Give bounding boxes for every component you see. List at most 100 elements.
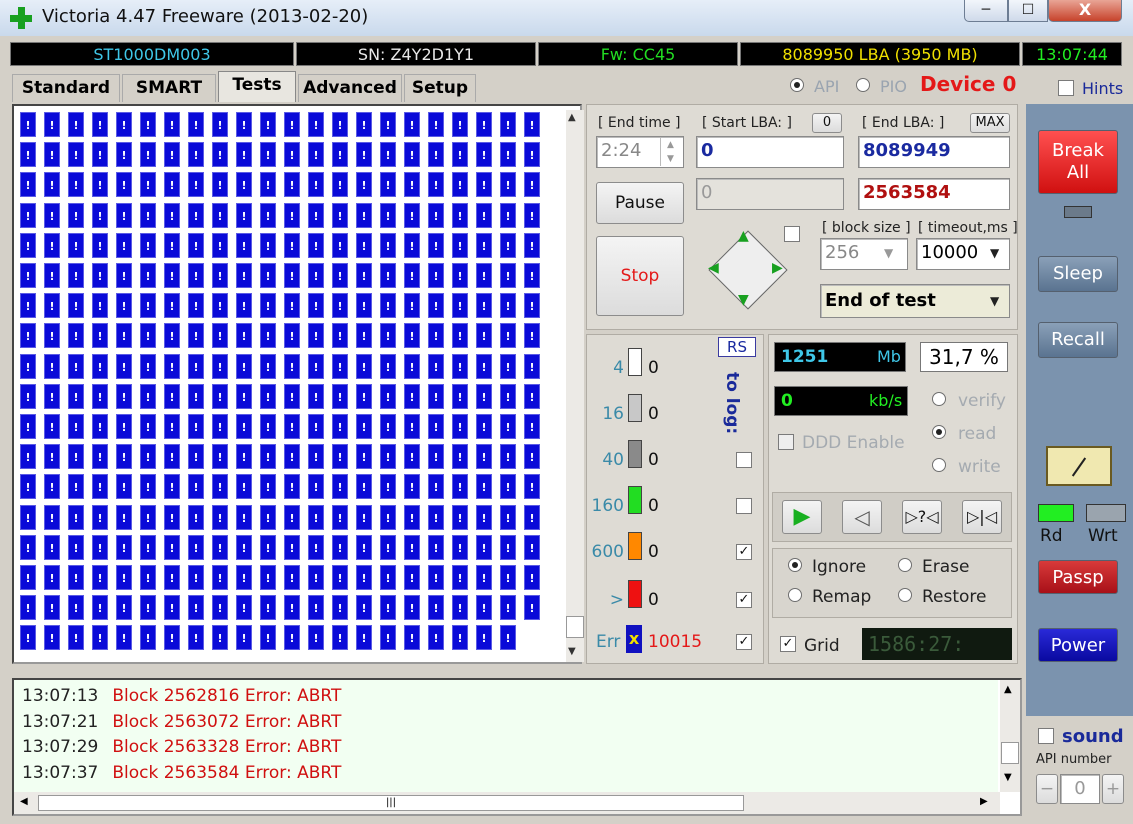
- log-scroll-up-icon[interactable]: ▲: [1004, 684, 1012, 695]
- block-cell: !: [140, 505, 156, 530]
- block-cell: !: [500, 384, 516, 409]
- err-count: 10015: [648, 632, 703, 652]
- arrow-up-icon[interactable]: ▲: [738, 228, 749, 244]
- recall-button[interactable]: Recall: [1038, 322, 1118, 358]
- power-button[interactable]: Power: [1038, 628, 1118, 662]
- stop-button[interactable]: Stop: [596, 236, 684, 316]
- block-cell: !: [44, 414, 60, 439]
- direction-pad: ▲ ◀ ▶ ▼: [702, 224, 794, 316]
- log-vscroll-thumb[interactable]: [1001, 742, 1019, 764]
- ddd-checkbox[interactable]: [778, 434, 794, 450]
- block-cell: !: [212, 172, 228, 197]
- start-lba-input[interactable]: 0: [696, 136, 844, 168]
- erase-radio[interactable]: [898, 558, 912, 572]
- scroll-down-icon[interactable]: ▼: [568, 646, 576, 657]
- sound-checkbox[interactable]: [1038, 728, 1054, 744]
- arrow-down-icon[interactable]: ▼: [738, 292, 749, 308]
- log-scroll-left-icon[interactable]: ◀: [20, 796, 28, 807]
- rs-button[interactable]: RS: [718, 337, 756, 357]
- percent-display: 31,7 %: [920, 342, 1008, 372]
- stat-log-checkbox[interactable]: [736, 452, 752, 468]
- break-all-button[interactable]: Break All: [1038, 130, 1118, 194]
- stat-log-checkbox[interactable]: ✓: [736, 544, 752, 560]
- tab-setup[interactable]: Setup: [404, 74, 476, 102]
- log-hscroll-thumb[interactable]: |||: [38, 795, 744, 811]
- write-radio[interactable]: [932, 458, 946, 472]
- block-cell: !: [500, 595, 516, 620]
- verify-radio[interactable]: [932, 392, 946, 406]
- start-lba-reset-button[interactable]: 0: [812, 113, 842, 133]
- log-scroll-right-icon[interactable]: ▶: [980, 796, 988, 807]
- block-cell: !: [68, 625, 84, 650]
- block-cell: !: [524, 323, 540, 348]
- read-radio[interactable]: [932, 425, 946, 439]
- block-cell: !: [356, 142, 372, 167]
- block-cell: !: [164, 112, 180, 137]
- tab-standard[interactable]: Standard: [12, 74, 120, 102]
- direction-checkbox[interactable]: [784, 226, 800, 242]
- arrow-right-icon[interactable]: ▶: [772, 260, 783, 276]
- api-radio[interactable]: [790, 78, 804, 92]
- stat-threshold-label: >: [609, 590, 624, 610]
- tab-smart[interactable]: SMART: [122, 74, 216, 102]
- arrow-left-icon[interactable]: ◀: [708, 260, 719, 276]
- api-number-plus[interactable]: +: [1102, 774, 1124, 804]
- block-map-scrollbar[interactable]: ▲ ▼: [566, 110, 584, 662]
- block-cell: !: [308, 142, 324, 167]
- block-cell: !: [404, 535, 420, 560]
- close-button[interactable]: X: [1048, 0, 1122, 22]
- end-lba-max-button[interactable]: MAX: [970, 113, 1010, 133]
- end-action-select[interactable]: End of test: [820, 284, 1010, 318]
- stat-log-checkbox[interactable]: [736, 498, 752, 514]
- scroll-up-icon[interactable]: ▲: [568, 112, 576, 123]
- block-cell: !: [44, 263, 60, 288]
- log-vscroll[interactable]: ▲ ▼: [1000, 680, 1020, 792]
- device-label[interactable]: Device 0: [920, 72, 1016, 96]
- restore-radio[interactable]: [898, 588, 912, 602]
- remap-radio[interactable]: [788, 588, 802, 602]
- tab-tests[interactable]: Tests: [218, 71, 296, 102]
- hints-checkbox[interactable]: [1058, 80, 1074, 96]
- block-cell: !: [164, 414, 180, 439]
- block-cell: !: [380, 203, 396, 228]
- play-backward-button[interactable]: ◁: [842, 500, 882, 534]
- play-icon: ▶: [793, 504, 811, 529]
- play-forward-button[interactable]: ▶: [782, 500, 822, 534]
- stat-log-checkbox[interactable]: ✓: [736, 592, 752, 608]
- minimize-button[interactable]: ─: [964, 0, 1008, 22]
- end-lba-input[interactable]: 8089949: [858, 136, 1010, 168]
- random-seek-button[interactable]: ▷?◁: [902, 500, 942, 534]
- block-cell: !: [476, 535, 492, 560]
- block-cell: !: [140, 535, 156, 560]
- block-cell: !: [212, 625, 228, 650]
- pause-button[interactable]: Pause: [596, 182, 684, 224]
- end-action-dropdown-icon[interactable]: ▼: [990, 294, 999, 308]
- block-cell: !: [524, 384, 540, 409]
- block-cell: !: [164, 384, 180, 409]
- block-size-dropdown-icon[interactable]: ▼: [884, 246, 893, 260]
- tab-advanced[interactable]: Advanced: [298, 74, 402, 102]
- api-number-minus[interactable]: −: [1036, 774, 1058, 804]
- stat-threshold-label: 40: [602, 450, 624, 470]
- api-number-value[interactable]: 0: [1060, 774, 1100, 804]
- butterfly-button[interactable]: ▷|◁: [962, 500, 1002, 534]
- log-scroll-down-icon[interactable]: ▼: [1004, 772, 1012, 783]
- log-hscroll[interactable]: ◀ ||| ▶: [14, 792, 1000, 814]
- block-cell: !: [212, 354, 228, 379]
- sleep-button[interactable]: Sleep: [1038, 256, 1118, 292]
- timeout-dropdown-icon[interactable]: ▼: [990, 246, 999, 260]
- block-cell: !: [164, 263, 180, 288]
- pio-radio[interactable]: [856, 78, 870, 92]
- block-size-select[interactable]: 256: [820, 238, 908, 270]
- maximize-button[interactable]: ☐: [1008, 0, 1048, 22]
- ignore-radio[interactable]: [788, 558, 802, 572]
- block-cell: !: [188, 414, 204, 439]
- log-message: Block 2562816 Error: ABRT: [112, 686, 342, 706]
- scroll-thumb[interactable]: [566, 616, 584, 638]
- err-log-checkbox[interactable]: ✓: [736, 634, 752, 650]
- grid-checkbox[interactable]: ✓: [780, 636, 796, 652]
- block-cell: !: [92, 172, 108, 197]
- block-cell: !: [20, 384, 36, 409]
- passp-button[interactable]: Passp: [1038, 560, 1118, 594]
- end-time-spinner[interactable]: ▲ ▼: [660, 138, 680, 166]
